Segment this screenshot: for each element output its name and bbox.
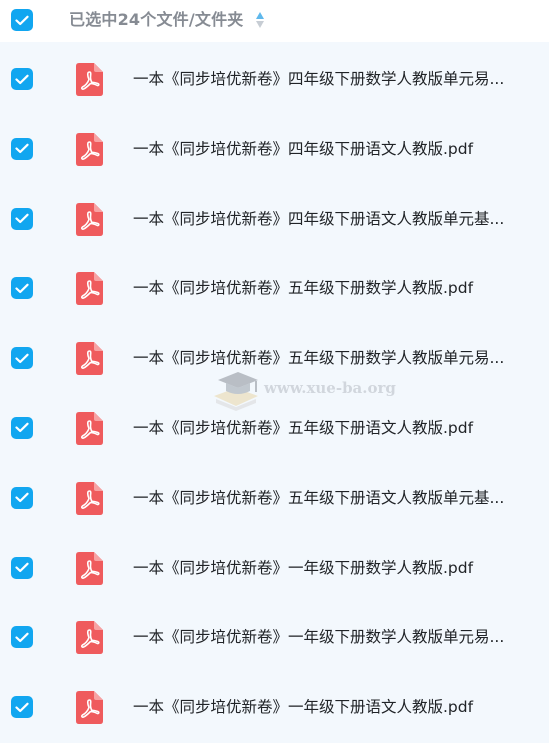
file-checkbox[interactable] bbox=[11, 277, 33, 300]
file-row[interactable]: 一本《同步培优新卷》五年级下册数学人教版.pdf bbox=[0, 254, 549, 324]
select-all-checkbox[interactable] bbox=[11, 9, 33, 31]
file-name: 一本《同步培优新卷》五年级下册语文人教版单元基... bbox=[133, 488, 505, 507]
pdf-file-icon bbox=[76, 691, 103, 725]
pdf-file-icon bbox=[76, 481, 103, 515]
pdf-file-icon bbox=[76, 342, 103, 376]
file-name: 一本《同步培优新卷》一年级下册语文人教版.pdf bbox=[133, 698, 474, 717]
file-name: 一本《同步培优新卷》一年级下册数学人教版单元易... bbox=[133, 628, 505, 647]
watermark-text: www.xue-ba.org bbox=[264, 379, 396, 397]
selection-count-label: 已选中24个文件/文件夹 bbox=[69, 10, 244, 29]
graduation-cap-book-logo bbox=[214, 372, 258, 411]
file-checkbox[interactable] bbox=[11, 556, 33, 579]
file-name: 一本《同步培优新卷》四年级下册数学人教版单元易... bbox=[133, 70, 505, 88]
checkmark-icon bbox=[15, 283, 29, 293]
pdf-file-icon bbox=[76, 132, 103, 166]
checkmark-icon bbox=[15, 562, 29, 573]
pdf-file-icon bbox=[76, 411, 103, 445]
file-checkbox[interactable] bbox=[11, 137, 33, 160]
checkmark-icon bbox=[15, 632, 29, 642]
file-name: 一本《同步培优新卷》五年级下册数学人教版.pdf bbox=[133, 279, 474, 298]
file-row[interactable]: 一本《同步培优新卷》一年级下册数学人教版.pdf bbox=[0, 534, 549, 604]
file-checkbox[interactable] bbox=[11, 486, 33, 509]
file-row[interactable]: 一本《同步培优新卷》四年级下册语文人教版.pdf bbox=[0, 115, 549, 185]
checkmark-icon bbox=[15, 353, 29, 363]
file-row[interactable]: 一本《同步培优新卷》五年级下册语文人教版单元基... bbox=[0, 464, 549, 534]
file-checkbox[interactable] bbox=[11, 207, 33, 230]
file-row[interactable]: 一本《同步培优新卷》一年级下册数学人教版单元易... bbox=[0, 603, 549, 673]
file-checkbox[interactable] bbox=[11, 626, 33, 649]
file-row[interactable]: 一本《同步培优新卷》四年级下册数学人教版单元易... bbox=[0, 45, 549, 115]
checkmark-icon bbox=[15, 74, 29, 84]
pdf-file-icon bbox=[76, 272, 103, 306]
file-row[interactable]: 一本《同步培优新卷》四年级下册语文人教版单元基... bbox=[0, 185, 549, 255]
pdf-file-icon bbox=[76, 202, 103, 236]
file-checkbox[interactable] bbox=[11, 68, 33, 90]
checkmark-icon bbox=[15, 15, 29, 25]
file-checkbox[interactable] bbox=[11, 416, 33, 439]
file-name: 一本《同步培优新卷》五年级下册语文人教版.pdf bbox=[133, 418, 474, 437]
checkmark-icon bbox=[15, 423, 29, 433]
selection-header: 已选中24个文件/文件夹 bbox=[0, 0, 549, 42]
pdf-file-icon bbox=[76, 63, 103, 96]
file-name: 一本《同步培优新卷》四年级下册语文人教版.pdf bbox=[133, 139, 474, 158]
watermark: www.xue-ba.org bbox=[210, 366, 400, 412]
checkmark-icon bbox=[15, 143, 29, 154]
file-name: 一本《同步培优新卷》一年级下册数学人教版.pdf bbox=[133, 558, 474, 577]
file-name: 一本《同步培优新卷》四年级下册语文人教版单元基... bbox=[133, 209, 505, 228]
file-checkbox[interactable] bbox=[11, 696, 33, 719]
pdf-file-icon bbox=[76, 621, 103, 655]
sort-icon[interactable] bbox=[255, 10, 265, 30]
checkmark-icon bbox=[15, 492, 29, 503]
pdf-file-icon bbox=[76, 551, 103, 585]
checkmark-icon bbox=[15, 702, 29, 712]
file-row[interactable]: 一本《同步培优新卷》一年级下册语文人教版.pdf bbox=[0, 673, 549, 743]
file-checkbox[interactable] bbox=[11, 347, 33, 370]
checkmark-icon bbox=[15, 213, 29, 224]
